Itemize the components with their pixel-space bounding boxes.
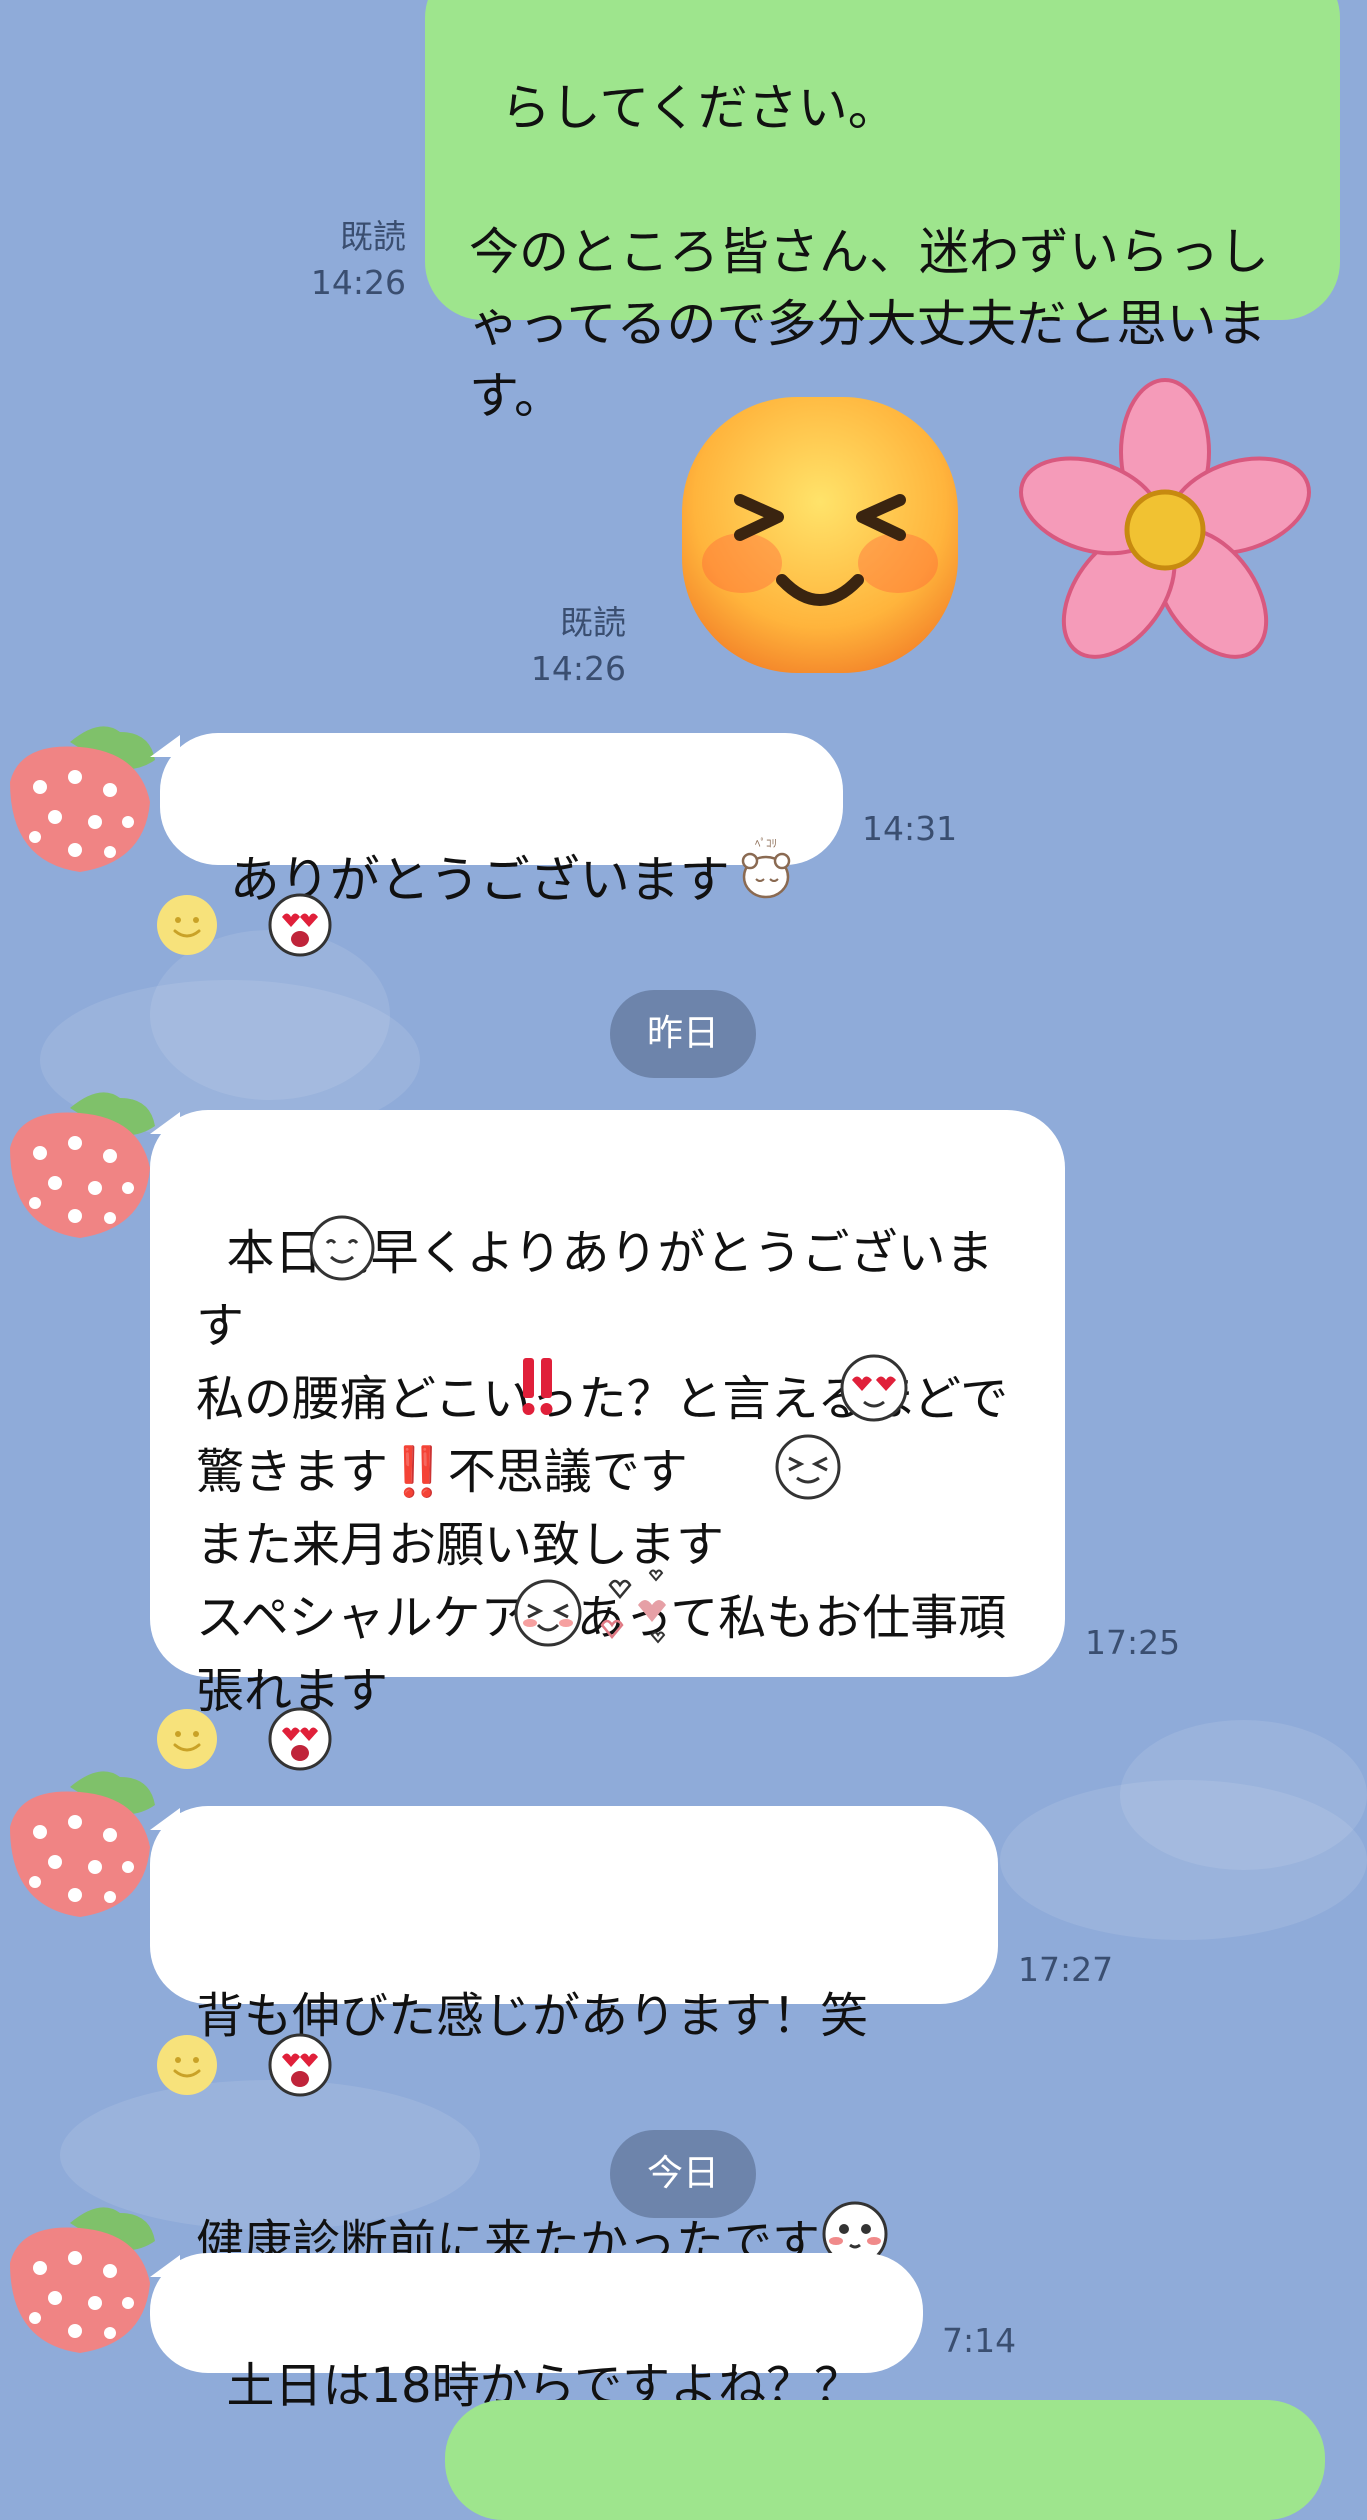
happy-face-emoji (309, 1215, 375, 1281)
incoming-message-bubble[interactable]: 土日は18時からですよね？？ (150, 2253, 923, 2414)
squint-face-emoji (775, 1434, 841, 1500)
smiling-face-sticker[interactable] (670, 385, 970, 685)
heart-eyes-reaction[interactable] (268, 1707, 332, 1771)
heart-eyes-reaction[interactable] (268, 2033, 332, 2097)
heart-eyes-emoji (840, 1354, 908, 1422)
smile-reaction[interactable] (155, 2033, 219, 2097)
laughing-face-emoji (514, 1579, 582, 1647)
strawberry-avatar-icon[interactable] (0, 1757, 170, 1927)
double-exclamation-emoji (522, 1358, 553, 1415)
bowing-bear-emoji: ﾍﾟｺﾘ (741, 837, 791, 899)
outgoing-message-bubble[interactable] (445, 2400, 1325, 2520)
message-time: 7:14 (942, 2321, 1017, 2360)
svg-text:ﾍﾟｺﾘ: ﾍﾟｺﾘ (755, 837, 777, 850)
read-receipt: 既読 (560, 603, 626, 642)
message-meta: 既読 14:26 (240, 214, 406, 306)
incoming-message-bubble[interactable]: ありがとうございます ﾍﾟｺﾘ (160, 733, 843, 909)
date-separator: 今日 (610, 2130, 756, 2218)
background-cloud (1120, 1720, 1367, 1870)
message-meta: 既読 14:26 (460, 600, 626, 692)
read-receipt: 既読 (340, 217, 406, 256)
message-time: 14:26 (310, 263, 406, 302)
outgoing-message-bubble[interactable]: らしてください。 今のところ皆さん、迷わずいらっしゃってるので多分大丈夫だと思い… (425, 0, 1340, 425)
message-time: 14:31 (862, 809, 958, 848)
smile-reaction[interactable] (155, 893, 219, 957)
strawberry-avatar-icon[interactable] (0, 2193, 170, 2363)
date-separator: 昨日 (610, 990, 756, 1078)
incoming-message-bubble[interactable]: 背も伸びた感じがあります！笑 健康診断前に来たかったです (150, 1806, 998, 2271)
message-time: 17:25 (1085, 1623, 1181, 1662)
heart-eyes-reaction[interactable] (268, 893, 332, 957)
message-time: 17:27 (1018, 1950, 1114, 1989)
strawberry-avatar-icon[interactable] (0, 1078, 170, 1248)
pink-flower-sticker[interactable] (1010, 375, 1320, 685)
hearts-emoji (600, 1569, 666, 1644)
message-text: らしてください。 今のところ皆さん、迷わずいらっしゃってるので多分大丈夫だと思い… (469, 79, 1269, 425)
message-time: 14:26 (530, 649, 626, 688)
strawberry-avatar-icon[interactable] (0, 712, 170, 882)
